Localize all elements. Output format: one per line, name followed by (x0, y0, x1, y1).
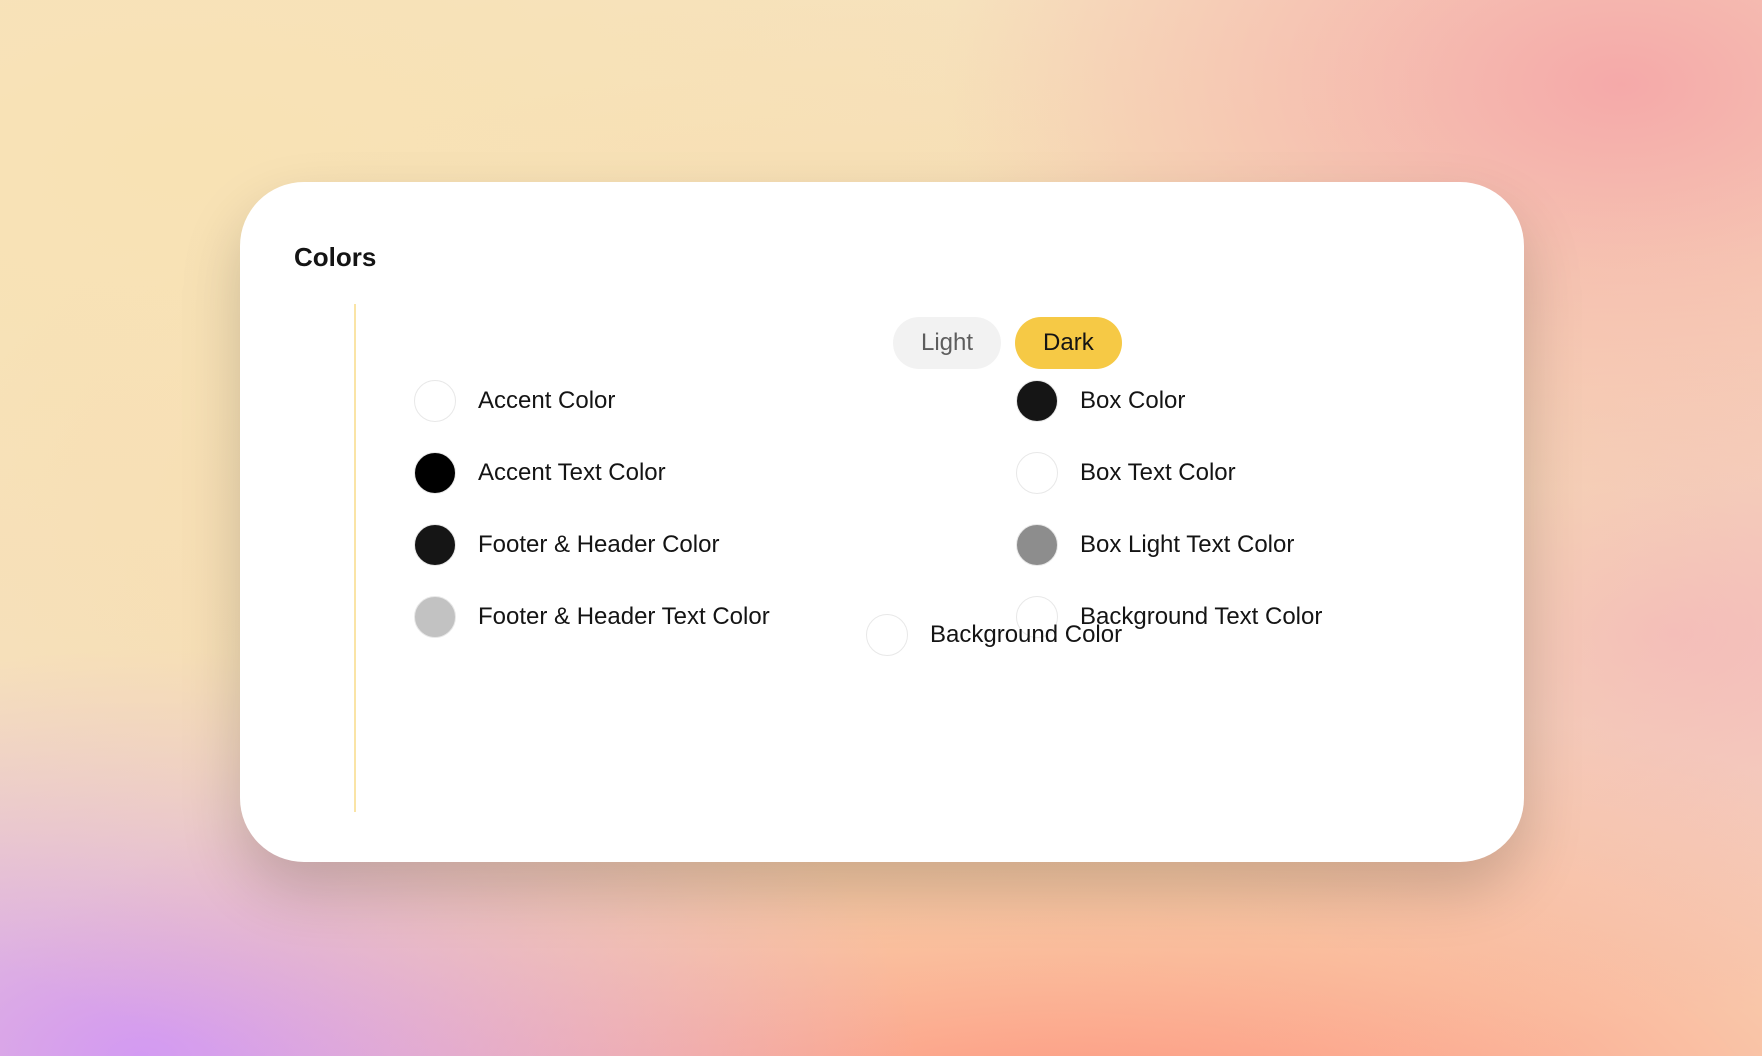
theme-toggle: Light Dark (893, 317, 1122, 369)
label-accent: Accent Color (478, 387, 615, 415)
color-row-box-light-text: Box Light Text Color (1016, 524, 1322, 566)
label-box-light-text: Box Light Text Color (1080, 531, 1294, 559)
label-box-text: Box Text Color (1080, 459, 1236, 487)
swatch-accent[interactable] (414, 380, 456, 422)
color-row-box: Box Color (1016, 380, 1322, 422)
theme-toggle-light[interactable]: Light (893, 317, 1001, 369)
swatch-footer-header-text[interactable] (414, 596, 456, 638)
swatch-accent-text[interactable] (414, 452, 456, 494)
label-accent-text: Accent Text Color (478, 459, 666, 487)
theme-toggle-dark[interactable]: Dark (1015, 317, 1122, 369)
swatch-background[interactable] (866, 614, 908, 656)
swatch-box-text[interactable] (1016, 452, 1058, 494)
label-footer-header: Footer & Header Color (478, 531, 719, 559)
vertical-rule (354, 304, 356, 812)
color-row-accent-text: Accent Text Color (414, 452, 770, 494)
swatch-box[interactable] (1016, 380, 1058, 422)
color-row-footer-header: Footer & Header Color (414, 524, 770, 566)
color-column-left: Accent Color Accent Text Color Footer & … (414, 380, 770, 638)
swatch-box-light-text[interactable] (1016, 524, 1058, 566)
color-row-accent: Accent Color (414, 380, 770, 422)
label-box: Box Color (1080, 387, 1185, 415)
label-footer-header-text: Footer & Header Text Color (478, 603, 770, 631)
label-background: Background Color (930, 621, 1122, 649)
color-row-box-text: Box Text Color (1016, 452, 1322, 494)
swatch-footer-header[interactable] (414, 524, 456, 566)
colors-card: Colors Light Dark Accent Color Accent Te… (240, 182, 1524, 862)
color-row-background: Background Color (866, 614, 1122, 656)
color-column-right: Box Color Box Text Color Box Light Text … (1016, 380, 1322, 638)
section-heading: Colors (294, 242, 376, 273)
color-row-footer-header-text: Footer & Header Text Color (414, 596, 770, 638)
